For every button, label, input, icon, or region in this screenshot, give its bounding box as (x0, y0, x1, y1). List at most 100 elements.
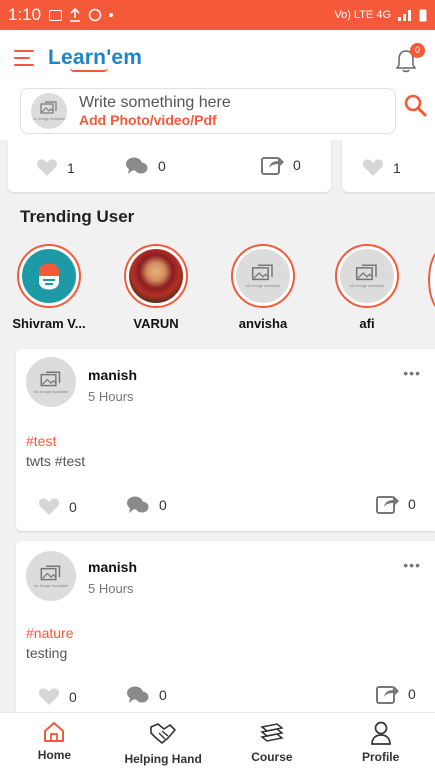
user-avatar (124, 244, 188, 308)
heart-icon (38, 498, 60, 515)
logo-swoosh (70, 68, 108, 72)
comment-stat[interactable]: 0 (125, 156, 166, 176)
nav-profile[interactable]: Profile (326, 713, 435, 774)
post-author[interactable]: manish (88, 559, 137, 575)
logo-text: Learn (48, 46, 107, 69)
carousel-card[interactable]: 1 (342, 140, 435, 192)
like-stat[interactable]: 1 (36, 158, 75, 177)
image-placeholder-icon (40, 101, 57, 114)
share-stat[interactable]: 0 (260, 154, 301, 176)
like-stat[interactable]: 0 (38, 687, 77, 706)
search-button[interactable] (403, 93, 429, 119)
user-photo (129, 249, 183, 303)
more-options-icon[interactable]: ••• (403, 365, 421, 381)
capsule-icon (39, 263, 59, 290)
image-placeholder-icon (251, 264, 273, 281)
battery-icon (419, 9, 427, 22)
share-count: 0 (408, 496, 416, 512)
upload-icon (70, 8, 81, 22)
no-image-caption: No Image Available (33, 388, 69, 394)
app-logo: Learn'em (48, 46, 143, 72)
user-name: afi (359, 316, 375, 331)
user-name: anvisha (238, 316, 288, 331)
comment-stat[interactable]: 0 (126, 495, 167, 515)
nav-helping-hand[interactable]: Helping Hand (109, 713, 218, 774)
like-stat[interactable]: 0 (38, 497, 77, 516)
notification-badge: 0 (410, 43, 425, 58)
nav-home-label: Home (37, 748, 72, 762)
post-body: testing (26, 645, 68, 661)
menu-icon[interactable] (14, 50, 34, 66)
app-avatar-image (22, 249, 76, 303)
share-count: 0 (293, 157, 301, 173)
more-notifications-dot (109, 13, 114, 17)
books-icon (260, 723, 284, 742)
nav-profile-label: Profile (361, 750, 400, 764)
person-icon (370, 721, 391, 745)
author-avatar[interactable]: No Image Available (26, 551, 76, 601)
gallery-icon (49, 9, 63, 21)
no-image-caption: No Image Available (31, 116, 67, 121)
trending-title: Trending User (20, 207, 135, 226)
image-placeholder-icon (40, 564, 61, 580)
carousel-card[interactable]: 1 0 0 (8, 140, 331, 192)
no-image-avatar: No Image Available (340, 249, 394, 303)
heart-icon (36, 159, 58, 176)
share-icon (376, 496, 399, 514)
no-image-caption: No Image Available (349, 283, 385, 288)
trending-user[interactable]: VARUN (106, 244, 206, 331)
status-bar: 1:10 Vo) LTE 4G (0, 0, 435, 30)
status-time: 1:10 (8, 5, 42, 24)
app-frame: 1:10 Vo) LTE 4G Learn'em 0 No Image Avai… (0, 0, 435, 774)
trending-user[interactable]: Shivram V... (0, 244, 99, 331)
post-hashtag[interactable]: #nature (26, 625, 73, 641)
image-placeholder-icon (40, 370, 61, 386)
post-hashtag[interactable]: #test (26, 433, 56, 449)
share-icon (261, 157, 284, 175)
heart-icon (38, 688, 60, 705)
nav-course-label: Course (251, 750, 293, 764)
no-image-avatar: No Image Available (236, 249, 290, 303)
like-stat[interactable]: 1 (362, 158, 401, 177)
comment-stat[interactable]: 0 (126, 685, 167, 705)
network-label: Vo) LTE 4G (334, 9, 391, 21)
share-count: 0 (408, 686, 416, 702)
post-body: twts #test (26, 453, 86, 469)
like-count: 0 (69, 688, 77, 705)
compose-area: No Image Available Write something here … (0, 86, 435, 140)
user-name: Shivram V... (12, 316, 86, 331)
post-time: 5 Hours (88, 389, 134, 404)
share-stat[interactable]: 0 (375, 493, 416, 515)
user-avatar: No Image Available (31, 93, 67, 129)
user-name: VARUN (133, 316, 179, 331)
user-avatar: No Image Available (231, 244, 295, 308)
post-author[interactable]: manish (88, 367, 137, 383)
no-image-caption: No Image Available (33, 582, 69, 588)
trending-user[interactable]: No Image Available anvisha (213, 244, 313, 331)
user-avatar: No Image Available (335, 244, 399, 308)
trending-user[interactable]: No Image Available afi (317, 244, 417, 331)
more-options-icon[interactable]: ••• (403, 557, 421, 573)
notification-button[interactable]: 0 (393, 43, 425, 73)
handshake-icon (150, 723, 176, 744)
trending-user-partial[interactable] (428, 248, 435, 312)
logo-suffix: 'em (106, 46, 143, 69)
share-stat[interactable]: 0 (375, 683, 416, 705)
add-media-link[interactable]: Add Photo/video/Pdf (79, 112, 231, 129)
home-icon (44, 722, 65, 742)
compose-box[interactable]: No Image Available Write something here … (20, 88, 396, 134)
nav-home[interactable]: Home (0, 713, 109, 774)
signal-icon (398, 10, 411, 21)
like-count: 1 (393, 159, 401, 176)
comment-count: 0 (158, 158, 166, 174)
post-card: No Image Available manish 5 Hours ••• #n… (16, 541, 435, 721)
bottom-navigation: Home Helping Hand Course Profile (0, 712, 435, 774)
compose-placeholder[interactable]: Write something here (79, 93, 231, 112)
nav-helping-hand-label: Helping Hand (124, 752, 202, 766)
comment-icon (126, 157, 148, 174)
post-carousel: 1 0 0 1 (0, 140, 435, 200)
post-card: No Image Available manish 5 Hours ••• #t… (16, 349, 435, 531)
author-avatar[interactable]: No Image Available (26, 357, 76, 407)
nav-course[interactable]: Course (218, 713, 327, 774)
user-avatar (17, 244, 81, 308)
